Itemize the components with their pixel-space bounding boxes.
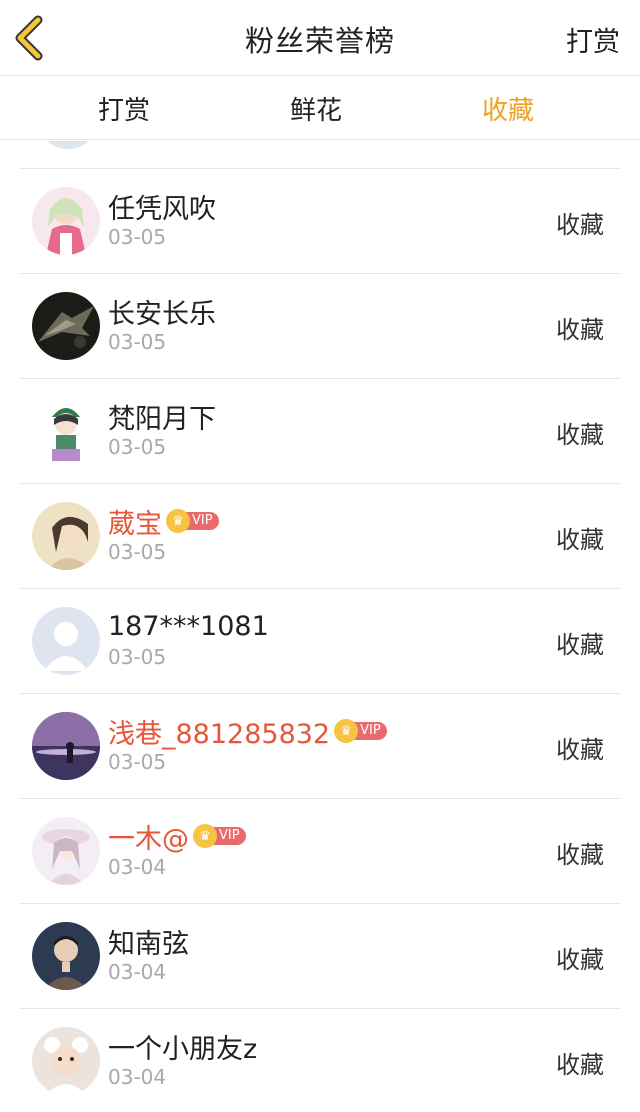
list-item[interactable]: 梵阳月下 03-05 收藏 <box>0 379 640 484</box>
user-name: 187***1081 <box>108 610 269 642</box>
avatar <box>32 397 100 465</box>
tab-flowers[interactable]: 鲜花 <box>290 90 342 127</box>
action-label: 收藏 <box>556 316 604 344</box>
page-title: 粉丝荣誉榜 <box>244 24 395 58</box>
date-label: 03-05 <box>108 540 167 564</box>
date-label: 03-05 <box>108 330 167 354</box>
vip-badge: ♛ VIP <box>334 719 387 743</box>
crown-icon: ♛ <box>193 824 217 848</box>
avatar <box>32 1027 100 1095</box>
list-item[interactable]: 葳宝 ♛ VIP 03-05 收藏 <box>0 484 640 589</box>
date-label: 03-04 <box>108 1065 167 1089</box>
avatar <box>32 922 100 990</box>
action-label: 收藏 <box>556 211 604 239</box>
user-name: 一个小朋友z <box>108 1033 258 1065</box>
vip-badge: ♛ VIP <box>166 509 219 533</box>
tab-reward[interactable]: 打赏 <box>98 90 150 127</box>
vip-badge: ♛ VIP <box>193 824 246 848</box>
avatar <box>32 712 100 780</box>
date-label: 03-05 <box>108 225 167 249</box>
date-label: 03-04 <box>108 855 167 879</box>
action-label: 收藏 <box>556 946 604 974</box>
crown-icon: ♛ <box>166 509 190 533</box>
crown-icon: ♛ <box>334 719 359 743</box>
user-name: 梵阳月下 <box>108 403 216 435</box>
user-name: 长安长乐 <box>108 298 216 330</box>
date-label: 03-05 <box>108 750 167 774</box>
avatar <box>36 141 100 149</box>
top-nav-bar: 粉丝荣誉榜 打赏 <box>0 0 640 76</box>
list-item[interactable]: 长安长乐 03-05 收藏 <box>0 274 640 379</box>
date-label: 03-05 <box>108 435 167 459</box>
list-item[interactable]: 知南弦 03-04 收藏 <box>0 904 640 1009</box>
user-name: 一木@ <box>108 823 189 855</box>
action-label: 收藏 <box>556 421 604 449</box>
action-label: 收藏 <box>556 631 604 659</box>
user-name: 任凭风吹 <box>108 193 216 225</box>
action-label: 收藏 <box>556 736 604 764</box>
list-item[interactable]: 任凭风吹 03-05 收藏 <box>0 169 640 274</box>
date-label: 03-04 <box>108 960 167 984</box>
list-item[interactable]: 187***1081 03-05 收藏 <box>0 589 640 694</box>
avatar <box>32 292 100 360</box>
date-label: 03-05 <box>108 645 167 669</box>
user-name: 知南弦 <box>108 928 189 960</box>
avatar <box>32 502 100 570</box>
user-name: 葳宝 <box>108 508 162 540</box>
reward-button[interactable]: 打赏 <box>566 20 620 59</box>
tab-bar: 打赏 鲜花 收藏 <box>0 76 640 140</box>
avatar <box>32 607 100 675</box>
action-label: 收藏 <box>556 1051 604 1079</box>
user-name: 浅巷_881285832 <box>108 718 331 750</box>
list-item[interactable]: 一个小朋友z 03-04 收藏 <box>0 1009 640 1112</box>
action-label: 收藏 <box>556 526 604 554</box>
tab-favorites[interactable]: 收藏 <box>482 90 534 127</box>
list-item[interactable]: 浅巷_881285832 ♛ VIP 03-05 收藏 <box>0 694 640 799</box>
action-label: 收藏 <box>556 841 604 869</box>
list-item[interactable]: 一木@ ♛ VIP 03-04 收藏 <box>0 799 640 904</box>
avatar <box>32 817 100 885</box>
avatar <box>32 187 100 255</box>
fan-list: 任凭风吹 03-05 收藏 长安长乐 03-05 收藏 梵阳月下 03-05 收… <box>0 141 640 1112</box>
